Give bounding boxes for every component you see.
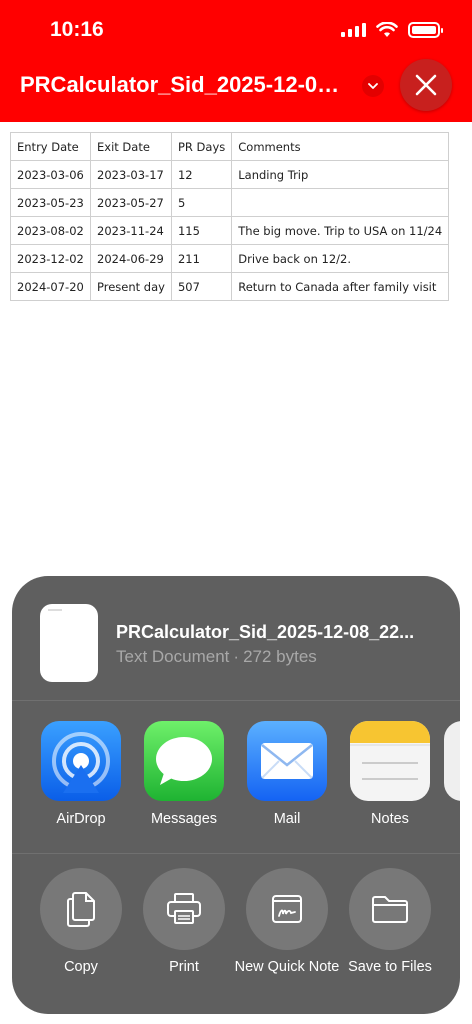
cell-pr-days: 211 [170, 244, 233, 273]
battery-icon [408, 22, 443, 38]
cell-pr-days: 12 [170, 160, 233, 189]
share-apps-row: AirDrop Messages Mail Notes [12, 721, 460, 841]
screen: 10:16 PRCalculator_Sid_2025-12-08_... En… [0, 0, 472, 1024]
action-save-to-files[interactable]: Save to Files [335, 868, 445, 977]
print-icon [143, 868, 225, 950]
header-bar: 10:16 PRCalculator_Sid_2025-12-08_... [0, 0, 472, 122]
app-label: AirDrop [56, 811, 106, 827]
app-label: Messages [150, 811, 218, 827]
share-app-airdrop[interactable]: AirDrop [32, 721, 130, 827]
action-label: New Quick Note [234, 959, 340, 975]
shared-file-meta: Text Document · 272 bytes [116, 647, 317, 666]
divider [12, 853, 460, 854]
wifi-icon [376, 22, 398, 37]
cell-pr-days: 5 [170, 188, 233, 217]
column-header-entry-date: Entry Date [10, 132, 91, 161]
app-label: Notes [371, 811, 409, 827]
cell-comments: Drive back on 12/2. [231, 244, 450, 273]
status-time: 10:16 [50, 18, 104, 41]
column-header-exit-date: Exit Date [90, 132, 172, 161]
action-label: Print [169, 959, 199, 975]
title-menu-button[interactable] [362, 75, 384, 97]
cell-exit-date: 2023-05-27 [90, 188, 172, 217]
cell-comments: The big move. Trip to USA on 11/24 [231, 216, 450, 245]
cell-exit-date: Present day [90, 272, 172, 301]
column-header-comments: Comments [231, 132, 450, 161]
mail-icon [247, 721, 327, 801]
action-label: Copy [64, 959, 98, 975]
share-sheet: PRCalculator_Sid_2025-12-08_22... Text D… [12, 576, 460, 1014]
cell-comments: Return to Canada after family visit [231, 272, 450, 301]
shared-file-name: PRCalculator_Sid_2025-12-08_22... [116, 622, 415, 642]
share-app-messages[interactable]: Messages [135, 721, 233, 827]
cell-entry-date: 2023-08-02 [10, 216, 91, 245]
cell-entry-date: 2023-03-06 [10, 160, 91, 189]
table-row: 2023-08-02 2023-11-24 115 The big move. … [10, 216, 450, 245]
document-title[interactable]: PRCalculator_Sid_2025-12-08_... [20, 72, 348, 98]
airdrop-icon [41, 721, 121, 801]
share-actions-row: Copy Print New Quick Note Save to Files [12, 868, 460, 1014]
cell-entry-date: 2023-05-23 [10, 188, 91, 217]
quick-note-icon [246, 868, 328, 950]
cell-pr-days: 115 [170, 216, 233, 245]
cell-exit-date: 2023-03-17 [90, 160, 172, 189]
share-app-mail[interactable]: Mail [238, 721, 336, 827]
action-print[interactable]: Print [129, 868, 239, 977]
column-header-pr-days: PR Days [170, 132, 233, 161]
divider [12, 700, 460, 701]
table-row: 2023-05-23 2023-05-27 5 [10, 188, 450, 217]
cell-comments [231, 188, 450, 217]
action-new-quick-note[interactable]: New Quick Note [232, 868, 342, 977]
close-icon [415, 74, 437, 96]
table-row: 2023-03-06 2023-03-17 12 Landing Trip [10, 160, 450, 189]
cell-entry-date: 2023-12-02 [10, 244, 91, 273]
table-header-row: Entry Date Exit Date PR Days Comments [10, 132, 450, 161]
action-copy[interactable]: Copy [26, 868, 136, 977]
close-button[interactable] [400, 59, 452, 111]
status-icons [341, 22, 443, 38]
folder-icon [349, 868, 431, 950]
cell-pr-days: 507 [170, 272, 233, 301]
file-size: 272 bytes [243, 647, 317, 666]
app-label: Mail [273, 811, 301, 827]
copy-icon [40, 868, 122, 950]
action-label: Save to Files [348, 959, 432, 975]
share-app-more-partial[interactable] [444, 721, 460, 801]
table-row: 2024-07-20 Present day 507 Return to Can… [10, 272, 450, 301]
pr-days-table: Entry Date Exit Date PR Days Comments 20… [10, 132, 450, 301]
cell-exit-date: 2024-06-29 [90, 244, 172, 273]
app-icon-partial [444, 721, 460, 801]
table-row: 2023-12-02 2024-06-29 211 Drive back on … [10, 244, 450, 273]
file-type: Text Document [116, 647, 230, 666]
chevron-down-icon [368, 82, 378, 89]
notes-icon [350, 721, 430, 801]
share-app-notes[interactable]: Notes [341, 721, 439, 827]
document-thumbnail [40, 604, 98, 682]
cellular-signal-icon [341, 23, 366, 37]
status-bar: 10:16 [0, 0, 472, 56]
cell-comments: Landing Trip [231, 160, 450, 189]
cell-exit-date: 2023-11-24 [90, 216, 172, 245]
cell-entry-date: 2024-07-20 [10, 272, 91, 301]
messages-icon [144, 721, 224, 801]
